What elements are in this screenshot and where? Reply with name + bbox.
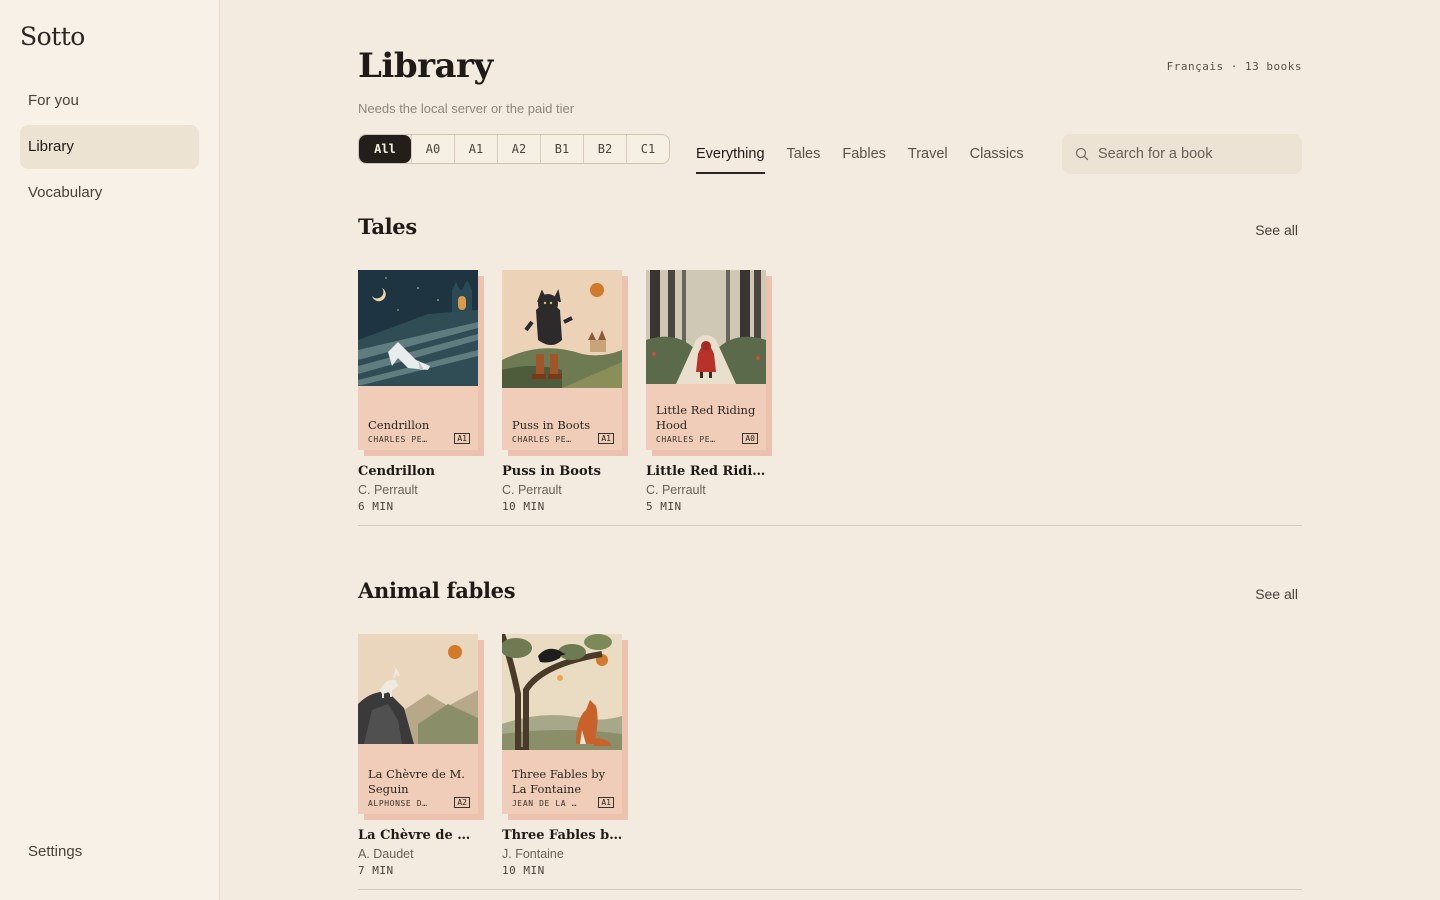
reading-time: 10 MIN xyxy=(502,500,545,513)
level-filter: All A0 A1 A2 B1 B2 C1 xyxy=(358,134,670,164)
cinderella-illustration xyxy=(358,270,478,386)
book-title: Three Fables by … xyxy=(502,828,624,843)
section-divider xyxy=(358,889,1302,890)
page-title: Library xyxy=(358,46,493,86)
book-author: C. Perrault xyxy=(502,483,562,497)
level-c1[interactable]: C1 xyxy=(626,135,669,163)
cover-title: Little Red Riding Hood xyxy=(656,403,756,432)
reading-time: 5 MIN xyxy=(646,500,682,513)
level-a0[interactable]: A0 xyxy=(411,135,454,163)
cover-author: ALPHONSE D… xyxy=(368,799,428,808)
level-badge: A2 xyxy=(454,797,470,808)
tab-tales[interactable]: Tales xyxy=(787,134,821,174)
crow-and-fox-illustration xyxy=(502,634,622,750)
book-card-three-fables[interactable]: Three Fables by La Fontaine JEAN DE LA …… xyxy=(502,634,628,877)
book-cover: La Chèvre de M. Seguin ALPHONSE D… A2 xyxy=(358,634,484,820)
sidebar-item-for-you[interactable]: For you xyxy=(20,79,199,123)
level-badge: A1 xyxy=(598,433,614,444)
book-card-puss-in-boots[interactable]: Puss in Boots CHARLES PE… A1 Puss in Boo… xyxy=(502,270,628,513)
book-author: J. Fontaine xyxy=(502,847,564,861)
page-subtitle: Needs the local server or the paid tier xyxy=(358,101,575,116)
tab-travel[interactable]: Travel xyxy=(908,134,948,174)
section-title-tales: Tales xyxy=(358,214,417,239)
see-all-fables-link[interactable]: See all xyxy=(1255,586,1298,602)
book-cover: Little Red Riding Hood CHARLES PE… A0 xyxy=(646,270,772,456)
book-author: A. Daudet xyxy=(358,847,414,861)
tab-fables[interactable]: Fables xyxy=(842,134,886,174)
tab-classics[interactable]: Classics xyxy=(970,134,1024,174)
level-a2[interactable]: A2 xyxy=(497,135,540,163)
level-badge: A1 xyxy=(454,433,470,444)
reading-time: 10 MIN xyxy=(502,864,545,877)
sidebar: Sotto For you Library Vocabulary Setting… xyxy=(0,0,220,900)
book-card-cendrillon[interactable]: Cendrillon CHARLES PE… A1 Cendrillon C. … xyxy=(358,270,484,513)
goat-illustration xyxy=(358,634,478,744)
book-author: C. Perrault xyxy=(646,483,706,497)
cover-author: CHARLES PE… xyxy=(368,435,428,444)
sidebar-item-settings[interactable]: Settings xyxy=(20,830,199,874)
book-card-la-chevre[interactable]: La Chèvre de M. Seguin ALPHONSE D… A2 La… xyxy=(358,634,484,877)
book-title: Cendrillon xyxy=(358,464,435,479)
level-badge: A0 xyxy=(742,433,758,444)
book-cover: Puss in Boots CHARLES PE… A1 xyxy=(502,270,628,456)
reading-time: 6 MIN xyxy=(358,500,394,513)
little-red-riding-hood-illustration xyxy=(646,270,766,384)
book-title: La Chèvre de M. … xyxy=(358,828,480,843)
cover-title: La Chèvre de M. Seguin xyxy=(368,767,465,796)
see-all-tales-link[interactable]: See all xyxy=(1255,222,1298,238)
book-author: C. Perrault xyxy=(358,483,418,497)
cover-title: Three Fables by La Fontaine xyxy=(512,767,606,796)
sidebar-item-library[interactable]: Library xyxy=(20,125,199,169)
section-title-animal-fables: Animal fables xyxy=(358,578,516,603)
cover-author: CHARLES PE… xyxy=(512,435,572,444)
library-meta: Français · 13 books xyxy=(1166,60,1302,73)
book-cover: Cendrillon CHARLES PE… A1 xyxy=(358,270,484,456)
level-all[interactable]: All xyxy=(359,135,411,163)
book-title: Puss in Boots xyxy=(502,464,601,479)
book-title: Little Red Riding… xyxy=(646,464,768,479)
search-box[interactable] xyxy=(1062,134,1302,174)
level-a1[interactable]: A1 xyxy=(454,135,497,163)
book-cover: Three Fables by La Fontaine JEAN DE LA …… xyxy=(502,634,628,820)
level-badge: A1 xyxy=(598,797,614,808)
level-b1[interactable]: B1 xyxy=(540,135,583,163)
cover-title: Cendrillon xyxy=(368,418,430,432)
cover-author: JEAN DE LA … xyxy=(512,799,577,808)
search-input[interactable] xyxy=(1098,146,1288,162)
main-content: Library Français · 13 books Needs the lo… xyxy=(358,0,1302,900)
level-b2[interactable]: B2 xyxy=(583,135,626,163)
search-icon xyxy=(1075,147,1089,161)
category-tabs: Everything Tales Fables Travel Classics xyxy=(696,134,1024,174)
section-divider xyxy=(358,525,1302,526)
app-logo[interactable]: Sotto xyxy=(20,22,85,51)
cover-author: CHARLES PE… xyxy=(656,435,716,444)
cover-title: Puss in Boots xyxy=(512,418,591,432)
book-card-little-red-riding-hood[interactable]: Little Red Riding Hood CHARLES PE… A0 Li… xyxy=(646,270,772,513)
reading-time: 7 MIN xyxy=(358,864,394,877)
sidebar-item-vocabulary[interactable]: Vocabulary xyxy=(20,171,199,215)
tab-everything[interactable]: Everything xyxy=(696,134,765,174)
puss-in-boots-illustration xyxy=(502,270,622,388)
